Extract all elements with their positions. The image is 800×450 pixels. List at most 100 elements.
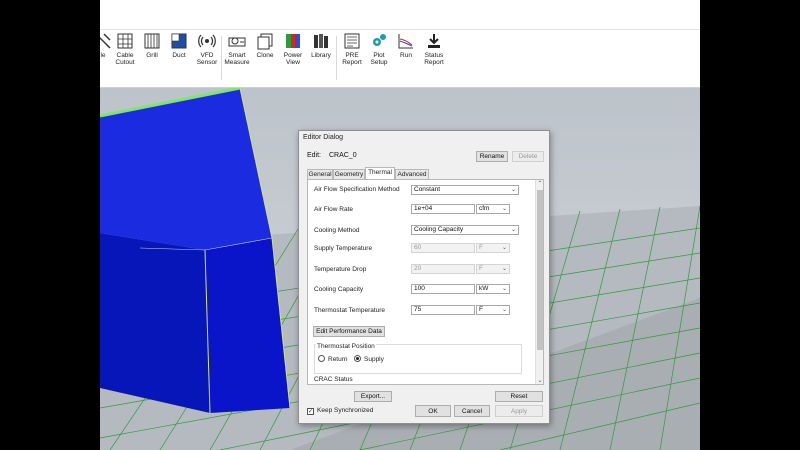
- keep-synchronized-checkbox[interactable]: ✓ Keep Synchronized: [307, 407, 373, 415]
- temp-drop-unit-value: F: [479, 265, 483, 272]
- airflow-rate-label: Air Flow Rate: [314, 206, 354, 213]
- temp-drop-label: Temperature Drop: [314, 266, 367, 273]
- tool-label: Duct: [172, 52, 186, 59]
- temp-drop-input[interactable]: 20: [411, 264, 475, 274]
- chevron-down-icon: ⌄: [501, 307, 507, 313]
- thermostat-temp-unit-select[interactable]: F ⌄: [476, 305, 510, 315]
- rename-button[interactable]: Rename: [476, 151, 508, 162]
- tool-label: Smart Measure: [224, 52, 250, 66]
- tool-grill[interactable]: Grill: [137, 32, 167, 59]
- tool-smart-measure[interactable]: Smart Measure: [222, 32, 252, 66]
- reset-button[interactable]: Reset: [495, 391, 543, 402]
- panel-scrollbar[interactable]: ⌃ ⌄: [535, 180, 543, 384]
- cooling-capacity-unit-select[interactable]: kW ⌄: [476, 284, 510, 294]
- tool-run[interactable]: Run: [391, 32, 421, 59]
- power-view-icon: [286, 34, 300, 48]
- chevron-down-icon: ⌄: [510, 187, 516, 193]
- edit-row: Edit: CRAC_0: [307, 152, 363, 159]
- radio-supply[interactable]: Supply: [354, 355, 384, 363]
- cooling-method-select[interactable]: Cooling Capacity ⌄: [411, 225, 519, 235]
- delete-button[interactable]: Delete: [512, 151, 544, 162]
- tab-thermal[interactable]: Thermal: [365, 167, 395, 179]
- supply-temp-label: Supply Temperature: [314, 245, 373, 252]
- tool-label: Status Report: [424, 52, 444, 66]
- chevron-down-icon: ⌄: [510, 227, 516, 233]
- tab-general[interactable]: General: [307, 169, 333, 179]
- cooling-capacity-input[interactable]: 100: [411, 284, 475, 294]
- tool-plot-setup[interactable]: Plot Setup: [364, 32, 394, 66]
- tool-clone[interactable]: Clone: [250, 32, 280, 59]
- crac-unit[interactable]: [100, 88, 291, 414]
- airflow-unit-value: cfm: [479, 205, 490, 212]
- tool-library[interactable]: Library: [306, 32, 336, 59]
- app-window: le Cable Cutout Grill Duct VFD Sensor Smar…: [100, 0, 700, 450]
- smart-measure-icon: [228, 37, 246, 47]
- scroll-down-icon[interactable]: ⌄: [536, 377, 543, 384]
- cooling-capacity-unit-value: kW: [479, 285, 489, 292]
- tool-label: Grill: [146, 52, 158, 59]
- object-name: CRAC_0: [328, 152, 357, 159]
- chevron-down-icon: ⌄: [501, 266, 507, 272]
- thermostat-position-group: Thermostat Position Return Supply: [314, 343, 522, 374]
- clone-icon: [257, 33, 273, 50]
- export-button[interactable]: Export...: [354, 391, 392, 402]
- thermostat-temp-unit-value: F: [479, 306, 483, 313]
- temp-drop-unit-select[interactable]: F ⌄: [476, 264, 510, 274]
- cooling-method-label: Cooling Method: [314, 227, 360, 234]
- airflow-method-label: Air Flow Specification Method: [314, 186, 400, 193]
- tool-pre-report[interactable]: PRE Report: [337, 32, 367, 66]
- supply-temp-unit-select[interactable]: F ⌄: [476, 243, 510, 253]
- title-strip: [100, 0, 700, 30]
- radio-return[interactable]: Return: [318, 355, 348, 363]
- plot-setup-icon: [373, 34, 386, 46]
- dialog-title: Editor Dialog: [303, 134, 344, 141]
- crac-status-label: CRAC Status: [314, 376, 353, 383]
- airflow-method-select[interactable]: Constant ⌄: [411, 185, 519, 195]
- tool-label: VFD Sensor: [196, 52, 218, 66]
- tool-label: Power View: [283, 52, 303, 66]
- thermal-panel: Air Flow Specification Method Constant ⌄…: [307, 179, 544, 385]
- tool-vfd-sensor[interactable]: VFD Sensor: [192, 32, 222, 66]
- apply-button[interactable]: Apply: [495, 405, 543, 417]
- tool-label: Clone: [256, 52, 274, 59]
- status-report-icon: [428, 34, 440, 48]
- library-icon: [314, 34, 328, 48]
- tool-duct[interactable]: Duct: [164, 32, 194, 59]
- cooling-capacity-label: Cooling Capacity: [314, 286, 364, 293]
- tool-status-report[interactable]: Status Report: [419, 32, 449, 66]
- vfd-sensor-icon: [198, 34, 216, 48]
- edit-performance-data-button[interactable]: Edit Performance Data: [313, 326, 385, 337]
- tool-label: le: [100, 52, 106, 59]
- radio-return-label: Return: [328, 356, 348, 363]
- scroll-up-icon[interactable]: ⌃: [536, 180, 543, 187]
- thermostat-temp-input[interactable]: 75: [411, 305, 475, 315]
- supply-temp-input[interactable]: 60: [411, 243, 475, 253]
- airflow-unit-select[interactable]: cfm ⌄: [476, 204, 510, 214]
- supply-temp-unit-value: F: [479, 244, 483, 251]
- tab-geometry[interactable]: Geometry: [333, 169, 365, 179]
- run-icon: [398, 34, 413, 49]
- thermostat-position-label: Thermostat Position: [316, 343, 376, 350]
- tool-cable-cutout[interactable]: Cable Cutout: [110, 32, 140, 66]
- chevron-down-icon: ⌄: [501, 206, 507, 212]
- duct-icon: [171, 33, 187, 49]
- tool-label: PRE Report: [342, 52, 362, 66]
- ok-button[interactable]: OK: [415, 405, 451, 417]
- edit-label: Edit:: [307, 152, 322, 159]
- scroll-thumb[interactable]: [537, 190, 543, 350]
- keep-synchronized-label: Keep Synchronized: [317, 407, 374, 414]
- chevron-down-icon: ⌄: [501, 286, 507, 292]
- tool-label: Library: [311, 52, 331, 59]
- cancel-button[interactable]: Cancel: [454, 405, 490, 417]
- cooling-method-value: Cooling Capacity: [414, 226, 464, 233]
- pre-report-icon: [344, 33, 360, 49]
- airflow-method-value: Constant: [414, 186, 441, 193]
- tool-label: Cable Cutout: [115, 52, 135, 66]
- tab-advanced[interactable]: Advanced: [395, 169, 429, 179]
- tool-label: Plot Setup: [370, 52, 388, 66]
- radio-button-selected-icon: [354, 355, 361, 362]
- tool-label: Run: [400, 52, 412, 59]
- grill-icon: [144, 33, 160, 49]
- tool-power-view[interactable]: Power View: [278, 32, 308, 66]
- airflow-rate-input[interactable]: 1e+04: [411, 204, 475, 214]
